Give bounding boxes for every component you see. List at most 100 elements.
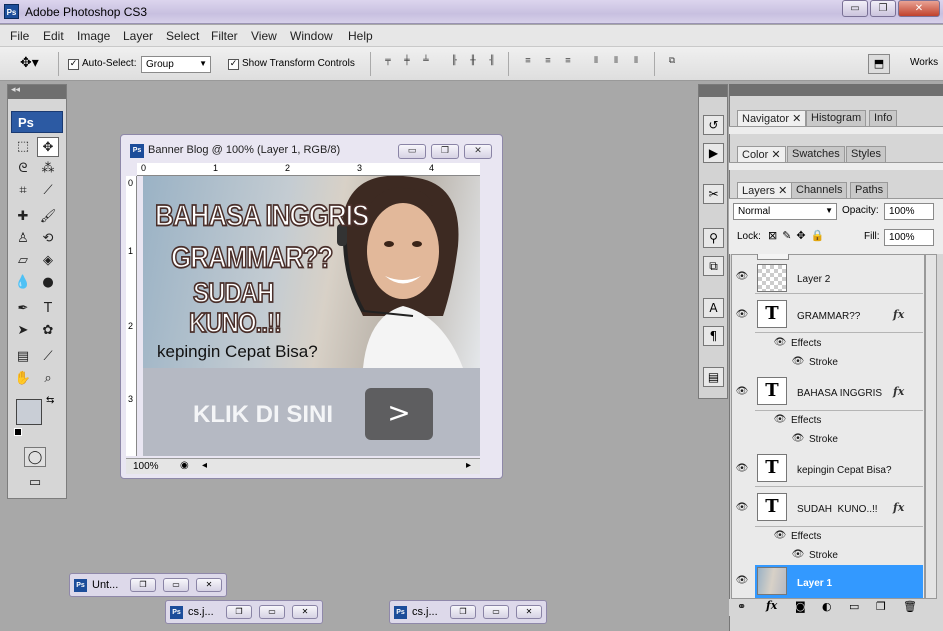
- layers-scrollbar[interactable]: [925, 254, 937, 599]
- vertical-ruler[interactable]: 0 1 2 3: [126, 176, 137, 456]
- fx-icon[interactable]: fx: [893, 308, 904, 321]
- maximize-button[interactable]: ▭: [163, 578, 189, 592]
- menu-edit[interactable]: Edit: [43, 29, 64, 43]
- eyedropper-tool-icon[interactable]: ⟋: [37, 347, 59, 367]
- status-menu-icon[interactable]: ◉: [180, 460, 189, 471]
- new-layer-icon[interactable]: ❐: [876, 600, 886, 613]
- fx-icon[interactable]: fx: [893, 385, 904, 398]
- default-colors-icon[interactable]: [14, 428, 22, 436]
- tab-layers[interactable]: Layers ✕: [737, 182, 793, 198]
- tool-presets-icon[interactable]: ✂: [703, 184, 724, 204]
- zoom-level[interactable]: 100%: [133, 461, 159, 472]
- eye-icon[interactable]: 👁: [733, 386, 751, 397]
- align-vcenter-icon[interactable]: ╪: [399, 56, 415, 70]
- auto-select-checkbox[interactable]: ✓: [68, 59, 79, 70]
- tab-paths[interactable]: Paths: [850, 182, 889, 198]
- foreground-color-swatch[interactable]: [16, 399, 42, 425]
- character-icon[interactable]: A: [703, 298, 724, 318]
- menu-image[interactable]: Image: [77, 29, 110, 43]
- document-canvas[interactable]: BAHASA INGGRIS GRAMMAR?? SUDAH KUNO..!! …: [143, 176, 480, 456]
- maximize-button[interactable]: ▭: [259, 605, 285, 619]
- minimized-document-window[interactable]: Ps Unt... ❐ ▭ ✕: [69, 573, 227, 597]
- lasso-tool-icon[interactable]: ᘓ: [12, 159, 34, 179]
- swap-colors-icon[interactable]: ⇆: [46, 395, 54, 406]
- paragraph-icon[interactable]: ¶: [703, 326, 724, 346]
- eye-icon[interactable]: 👁: [789, 356, 807, 367]
- eye-icon[interactable]: 👁: [771, 337, 789, 348]
- quick-mask-icon[interactable]: ◯: [24, 447, 46, 467]
- minimized-document-window[interactable]: Ps cs.j... ❐ ▭ ✕: [165, 600, 323, 624]
- eye-icon[interactable]: 👁: [771, 414, 789, 425]
- auto-select-dropdown[interactable]: Group ▼: [141, 56, 211, 73]
- maximize-button[interactable]: ▭: [483, 605, 509, 619]
- blur-tool-icon[interactable]: 💧: [12, 273, 34, 293]
- eye-icon[interactable]: 👁: [733, 575, 751, 586]
- tab-swatches[interactable]: Swatches: [787, 146, 845, 162]
- collapse-icon[interactable]: ◂◂: [11, 85, 20, 95]
- clone-source-icon[interactable]: ⧉: [703, 256, 724, 276]
- eye-icon[interactable]: 👁: [733, 502, 751, 513]
- brushes-icon[interactable]: ⚲: [703, 228, 724, 248]
- hand-tool-icon[interactable]: ✋: [12, 369, 34, 389]
- tab-styles[interactable]: Styles: [846, 146, 886, 162]
- doc-restore-button[interactable]: ❐: [431, 144, 459, 159]
- blend-mode-dropdown[interactable]: Normal ▼: [733, 203, 837, 220]
- tab-histogram[interactable]: Histogram: [806, 110, 867, 126]
- eye-icon[interactable]: 👁: [789, 433, 807, 444]
- fill-input[interactable]: 100%: [884, 229, 934, 246]
- restore-button[interactable]: ❐: [870, 0, 896, 17]
- notes-tool-icon[interactable]: ▤: [12, 347, 34, 367]
- layer-comps-icon[interactable]: ▤: [703, 367, 724, 387]
- eye-icon[interactable]: 👁: [733, 271, 751, 282]
- adjustment-layer-icon[interactable]: ◐: [822, 600, 832, 613]
- close-button[interactable]: ✕: [196, 578, 222, 592]
- actions-icon[interactable]: ▶: [703, 143, 724, 163]
- workspace-label[interactable]: Works: [910, 57, 938, 68]
- slice-tool-icon[interactable]: ⟋: [37, 181, 59, 201]
- horizontal-ruler[interactable]: 0 1 2 3 4: [137, 163, 480, 176]
- panel-dock-header[interactable]: [699, 85, 727, 97]
- history-icon[interactable]: ↺: [703, 115, 724, 135]
- menu-help[interactable]: Help: [348, 29, 373, 43]
- align-bottom-icon[interactable]: ╧: [418, 56, 434, 70]
- doc-minimize-button[interactable]: ▭: [398, 144, 426, 159]
- bridge-icon[interactable]: ⬒: [868, 54, 890, 74]
- link-layers-icon[interactable]: ⚭: [737, 600, 746, 613]
- custom-shape-tool-icon[interactable]: ✿: [37, 321, 59, 341]
- eye-icon[interactable]: 👁: [733, 463, 751, 474]
- doc-close-button[interactable]: ✕: [464, 144, 492, 159]
- menu-window[interactable]: Window: [290, 29, 333, 43]
- menu-layer[interactable]: Layer: [123, 29, 153, 43]
- tab-channels[interactable]: Channels: [791, 182, 848, 198]
- tab-color[interactable]: Color ✕: [737, 146, 786, 162]
- type-tool-icon[interactable]: T: [37, 299, 59, 319]
- distribute-left-icon[interactable]: ⫴: [588, 56, 604, 70]
- menu-view[interactable]: View: [251, 29, 277, 43]
- auto-align-icon[interactable]: ⧉: [664, 56, 680, 70]
- eraser-tool-icon[interactable]: ▱: [12, 251, 34, 271]
- distribute-top-icon[interactable]: ≡: [520, 56, 536, 70]
- close-button[interactable]: ✕: [292, 605, 318, 619]
- add-style-icon[interactable]: fx: [766, 599, 777, 612]
- history-brush-tool-icon[interactable]: ⟲: [37, 229, 59, 249]
- align-top-icon[interactable]: ╤: [380, 56, 396, 70]
- brush-tool-icon[interactable]: 🖌: [37, 207, 59, 227]
- vertical-scrollbar[interactable]: [480, 176, 492, 456]
- move-tool-preset-icon[interactable]: ✥▾: [20, 55, 39, 71]
- marquee-tool-icon[interactable]: ⬚: [12, 137, 34, 157]
- fx-icon[interactable]: fx: [893, 501, 904, 514]
- new-group-icon[interactable]: ▭: [849, 600, 859, 613]
- menu-file[interactable]: File: [10, 29, 29, 43]
- scroll-left-icon[interactable]: ◂: [202, 460, 207, 471]
- move-tool-icon[interactable]: ✥: [37, 137, 59, 157]
- distribute-bottom-icon[interactable]: ≡: [560, 56, 576, 70]
- align-right-icon[interactable]: ╢: [484, 56, 500, 70]
- eye-icon[interactable]: 👁: [733, 309, 751, 320]
- distribute-vcenter-icon[interactable]: ≡: [540, 56, 556, 70]
- screen-mode-icon[interactable]: ▭: [24, 473, 46, 493]
- close-button[interactable]: ✕: [516, 605, 542, 619]
- restore-button[interactable]: ❐: [130, 578, 156, 592]
- paint-bucket-tool-icon[interactable]: ◈: [37, 251, 59, 271]
- restore-button[interactable]: ❐: [226, 605, 252, 619]
- opacity-input[interactable]: 100%: [884, 203, 934, 220]
